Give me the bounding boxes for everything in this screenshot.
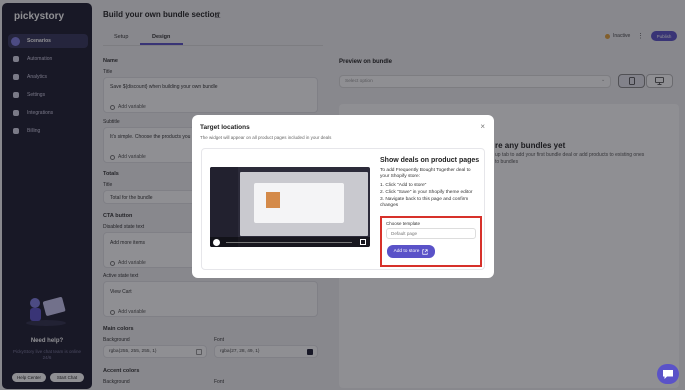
deal-step-3: 3. Navigate back to this page and confir… (380, 197, 469, 209)
video-controls (210, 237, 370, 247)
target-locations-modal: Target locations The widget will appear … (192, 115, 494, 278)
chat-widget-button[interactable] (657, 364, 679, 384)
play-icon[interactable] (213, 238, 220, 246)
modal-subtitle: The widget will appear on all product pa… (200, 135, 332, 140)
video-product-thumbnail (266, 192, 280, 208)
deal-location-card: Show deals on product pages To add Frequ… (201, 148, 485, 270)
template-value: Default page (391, 231, 418, 236)
deal-step-1: 1. Click "Add to store" (380, 183, 427, 188)
deal-title: Show deals on product pages (380, 157, 480, 164)
highlight-box: Choose template Default page Add to stor… (380, 216, 482, 267)
video-sidebar-thumbnail (210, 167, 238, 247)
template-label: Choose template (386, 221, 421, 226)
chat-icon (663, 369, 673, 379)
deal-step-2: 2. Click "Save" in your Shopify theme ed… (380, 190, 473, 195)
fullscreen-icon[interactable] (360, 239, 366, 245)
close-icon[interactable]: × (480, 122, 485, 131)
deal-intro: To add Frequently Bought Together deal t… (380, 168, 471, 180)
tutorial-video[interactable] (210, 167, 370, 247)
video-progress-bar[interactable] (226, 241, 352, 243)
external-link-icon (422, 248, 429, 255)
modal-title: Target locations (200, 124, 250, 131)
add-to-store-label: Add to store (393, 249, 420, 254)
add-to-store-button[interactable]: Add to store (387, 245, 435, 258)
template-select[interactable]: Default page (386, 228, 476, 239)
